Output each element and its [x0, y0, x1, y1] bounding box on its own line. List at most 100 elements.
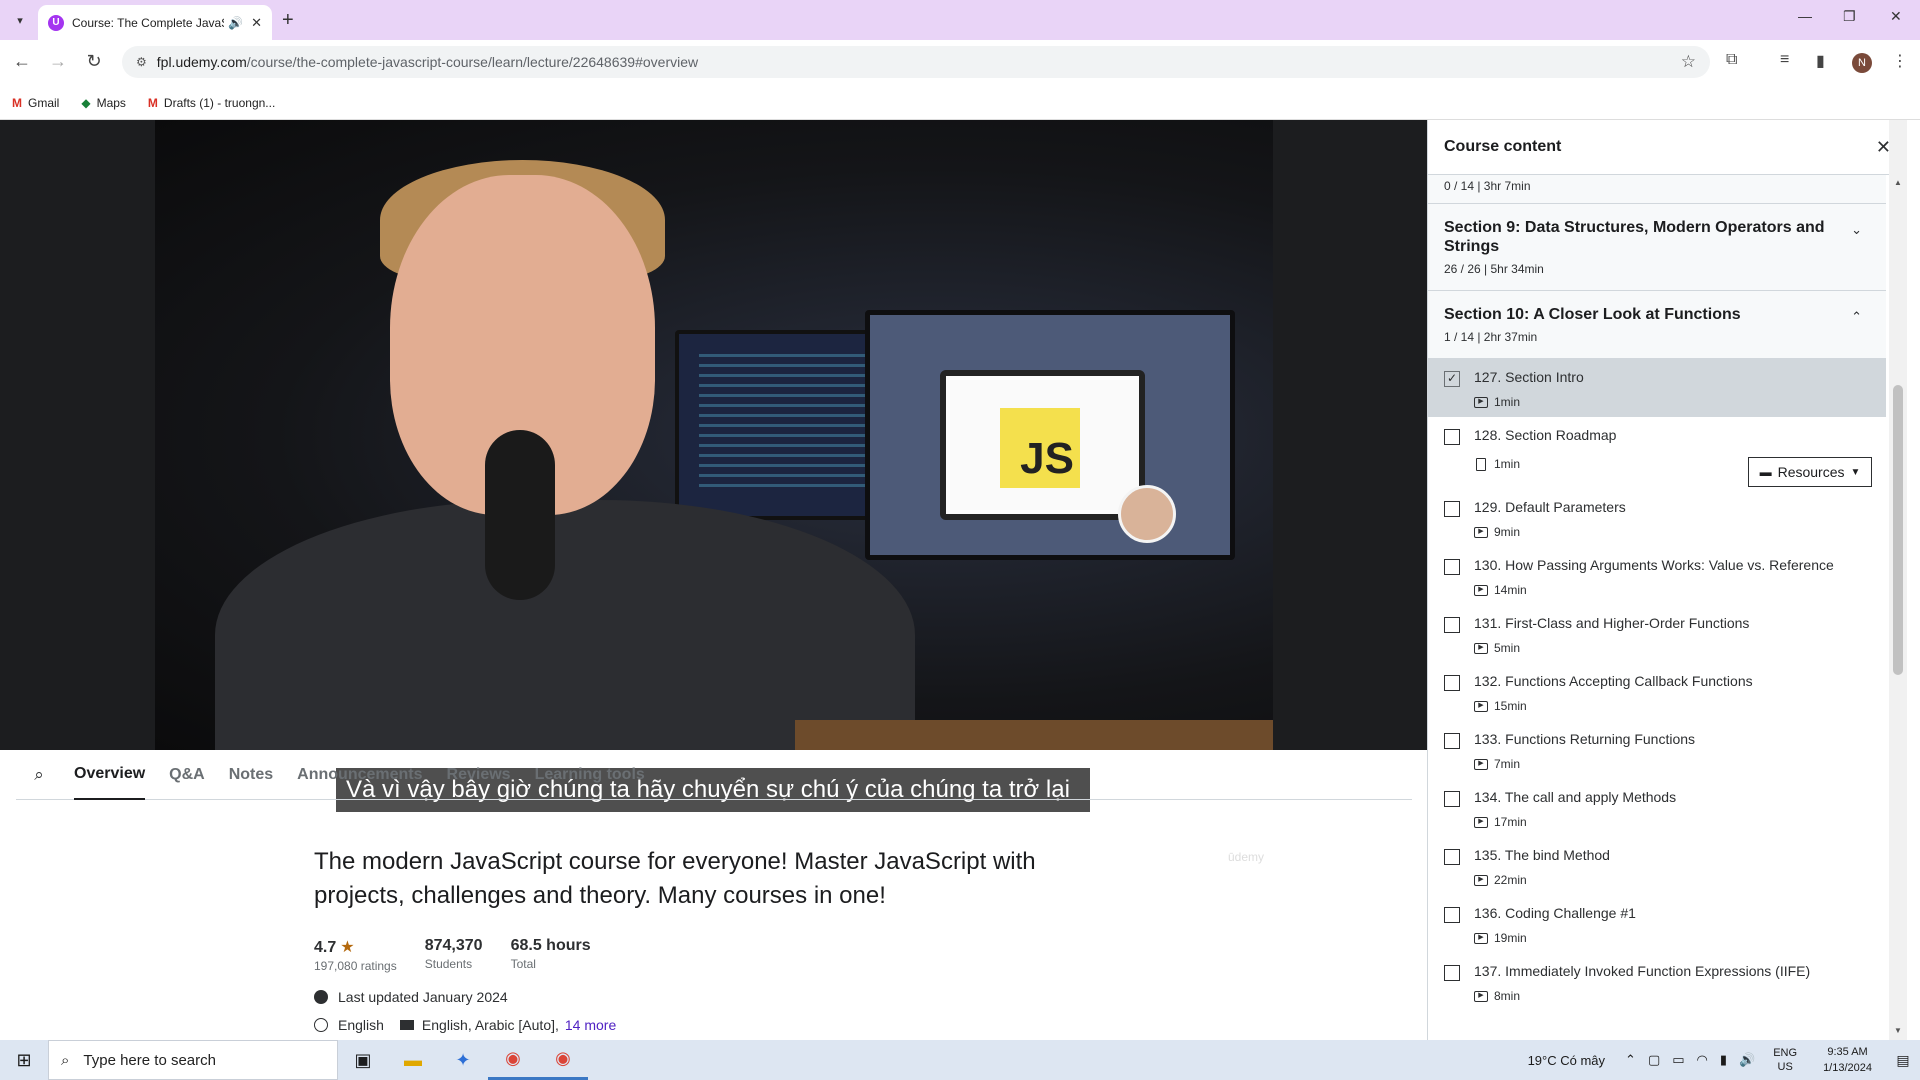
lecture-checkbox[interactable]: ✓	[1444, 371, 1460, 387]
bookmarks-bar: M Gmail ◆ Maps M Drafts (1) - truongn...	[0, 86, 1920, 120]
tab-learning-tools[interactable]: Learning tools	[535, 750, 645, 800]
lecture-checkbox[interactable]	[1444, 617, 1460, 633]
battery-icon[interactable]: ▮	[1720, 1052, 1727, 1068]
udemy-watermark: ūdemy	[1228, 850, 1265, 864]
lecture-checkbox[interactable]	[1444, 429, 1460, 445]
forward-icon[interactable]: →	[46, 51, 70, 72]
restore-icon[interactable]: ❐	[1843, 8, 1856, 25]
lecture-item[interactable]: 134. The call and apply Methods ▶ 17min	[1428, 779, 1886, 837]
instructor-body	[215, 500, 915, 750]
tab-search-icon[interactable]: ▾	[10, 10, 30, 30]
lecture-checkbox[interactable]	[1444, 559, 1460, 575]
chevron-down-icon: ⌄	[1851, 222, 1862, 237]
media-controls-icon[interactable]: ≡	[1780, 51, 1789, 69]
lecture-item[interactable]: 129. Default Parameters ▶ 9min	[1428, 489, 1886, 547]
lecture-checkbox[interactable]	[1444, 675, 1460, 691]
lecture-item[interactable]: 135. The bind Method ▶ 22min	[1428, 837, 1886, 895]
ratings-count: 197,080 ratings	[314, 959, 397, 973]
microphone	[485, 430, 555, 600]
captions-text: English, Arabic [Auto],	[421, 1017, 559, 1033]
section-9[interactable]: Section 9: Data Structures, Modern Opera…	[1428, 204, 1886, 291]
clock[interactable]: 9:35 AM 1/13/2024	[1823, 1044, 1872, 1076]
bookmark-maps[interactable]: ◆ Maps	[81, 96, 126, 110]
lecture-item[interactable]: 132. Functions Accepting Callback Functi…	[1428, 663, 1886, 721]
profile-avatar[interactable]: N	[1852, 53, 1872, 73]
lecture-title: 137. Immediately Invoked Function Expres…	[1474, 963, 1811, 979]
lecture-item[interactable]: 137. Immediately Invoked Function Expres…	[1428, 953, 1886, 1011]
search-icon[interactable]: ⌕	[16, 765, 62, 785]
site-info-icon[interactable]: ⚙	[136, 55, 147, 69]
chrome-app-icon[interactable]: ◉	[488, 1040, 538, 1080]
input-language[interactable]: ENG US	[1773, 1046, 1797, 1074]
lecture-item[interactable]: 130. How Passing Arguments Works: Value …	[1428, 547, 1886, 605]
taskbar-search[interactable]: ⌕ Type here to search	[48, 1040, 338, 1080]
video-icon: ▶	[1474, 700, 1488, 712]
lecture-checkbox[interactable]	[1444, 501, 1460, 517]
lecture-checkbox[interactable]	[1444, 849, 1460, 865]
browser-toolbar: ← → ↻ ⚙ fpl.udemy.com /course/the-comple…	[0, 40, 1920, 86]
store-app-icon[interactable]: ✦	[438, 1040, 488, 1080]
tab-qa[interactable]: Q&A	[169, 750, 205, 800]
section-10[interactable]: Section 10: A Closer Look at Functions 1…	[1428, 291, 1886, 359]
browser-tab-strip: ▾ U Course: The Complete JavaS 🔊 ✕ + — ❐…	[0, 0, 1920, 40]
bookmark-drafts[interactable]: M Drafts (1) - truongn...	[148, 96, 275, 110]
video-frame[interactable]: JS	[155, 120, 1273, 750]
sidebar-scrollbar[interactable]: ▲ ▼	[1889, 120, 1907, 1040]
notification-icon[interactable]: ▤	[1886, 1052, 1920, 1069]
browser-tab[interactable]: U Course: The Complete JavaS 🔊 ✕	[38, 5, 272, 40]
lecture-item[interactable]: 136. Coding Challenge #1 ▶ 19min	[1428, 895, 1886, 953]
video-icon: ▶	[1474, 758, 1488, 770]
speaker-icon[interactable]: 🔊	[228, 16, 243, 30]
new-tab-icon[interactable]: +	[282, 9, 294, 32]
course-headline: The modern JavaScript course for everyon…	[314, 848, 1036, 909]
lecture-item[interactable]: 128. Section Roadmap 1min ▬ Resources ▼	[1428, 417, 1886, 489]
lecture-checkbox[interactable]	[1444, 791, 1460, 807]
tab-overview[interactable]: Overview	[74, 750, 146, 800]
minimize-icon[interactable]: —	[1798, 8, 1812, 24]
tray-app-icon[interactable]: ▢	[1648, 1052, 1660, 1068]
lecture-duration: 1min	[1494, 457, 1521, 471]
tab-announcements[interactable]: Announcements	[297, 750, 422, 800]
address-bar[interactable]: ⚙ fpl.udemy.com /course/the-complete-jav…	[122, 46, 1710, 78]
udemy-favicon-icon: U	[48, 14, 64, 31]
lang-bottom: US	[1777, 1061, 1793, 1073]
window-close-icon[interactable]: ✕	[1890, 8, 1902, 25]
globe-icon	[314, 1018, 328, 1032]
clock-date: 1/13/2024	[1823, 1062, 1872, 1074]
weather-widget[interactable]: 19°C Có mây	[1528, 1053, 1605, 1068]
lecture-item[interactable]: 133. Functions Returning Functions ▶ 7min	[1428, 721, 1886, 779]
bookmark-star-icon[interactable]: ☆	[1681, 52, 1696, 72]
menu-kebab-icon[interactable]: ⋮	[1892, 51, 1908, 71]
windows-start-icon[interactable]: ⊞	[0, 1050, 48, 1071]
lecture-checkbox[interactable]	[1444, 965, 1460, 981]
reload-icon[interactable]: ↻	[82, 51, 106, 72]
task-view-icon[interactable]: ▣	[338, 1040, 388, 1080]
chrome-profile-app-icon[interactable]: ◉	[538, 1040, 588, 1080]
tray-display-icon[interactable]: ▭	[1672, 1052, 1684, 1068]
wifi-icon[interactable]: ◠	[1697, 1052, 1708, 1068]
students-label: Students	[424, 957, 473, 971]
scroll-up-icon[interactable]: ▲	[1894, 178, 1902, 187]
back-icon[interactable]: ←	[10, 51, 34, 72]
scrollbar-thumb[interactable]	[1893, 385, 1903, 675]
tab-notes[interactable]: Notes	[229, 750, 273, 800]
lecture-checkbox[interactable]	[1444, 907, 1460, 923]
lecture-checkbox[interactable]	[1444, 733, 1460, 749]
volume-icon[interactable]: 🔊	[1739, 1052, 1755, 1068]
section-title: Section 10: A Closer Look at Functions	[1444, 306, 1741, 323]
extensions-icon[interactable]: ⧉	[1726, 51, 1737, 69]
file-explorer-icon[interactable]: ▬	[388, 1040, 438, 1080]
sidebar-scroll-area[interactable]: 0 / 14 | 3hr 7min Section 9: Data Struct…	[1428, 175, 1886, 1040]
tray-chevron-icon[interactable]: ⌃	[1625, 1052, 1636, 1068]
lecture-item[interactable]: 131. First-Class and Higher-Order Functi…	[1428, 605, 1886, 663]
side-panel-icon[interactable]: ▮	[1816, 51, 1825, 71]
bookmark-gmail[interactable]: M Gmail	[12, 96, 59, 110]
video-player[interactable]: JS Và vì vậy bây giờ chúng ta hãy chuyển…	[0, 120, 1427, 864]
lecture-item[interactable]: ✓ 127. Section Intro ▶ 1min	[1428, 359, 1886, 417]
previous-section-meta: 0 / 14 | 3hr 7min	[1428, 175, 1886, 204]
tab-reviews[interactable]: Reviews	[447, 750, 511, 800]
resources-button[interactable]: ▬ Resources ▼	[1748, 457, 1872, 487]
scroll-down-icon[interactable]: ▼	[1894, 1026, 1902, 1035]
tab-close-icon[interactable]: ✕	[251, 15, 262, 31]
more-languages-link[interactable]: 14 more	[565, 1017, 616, 1033]
